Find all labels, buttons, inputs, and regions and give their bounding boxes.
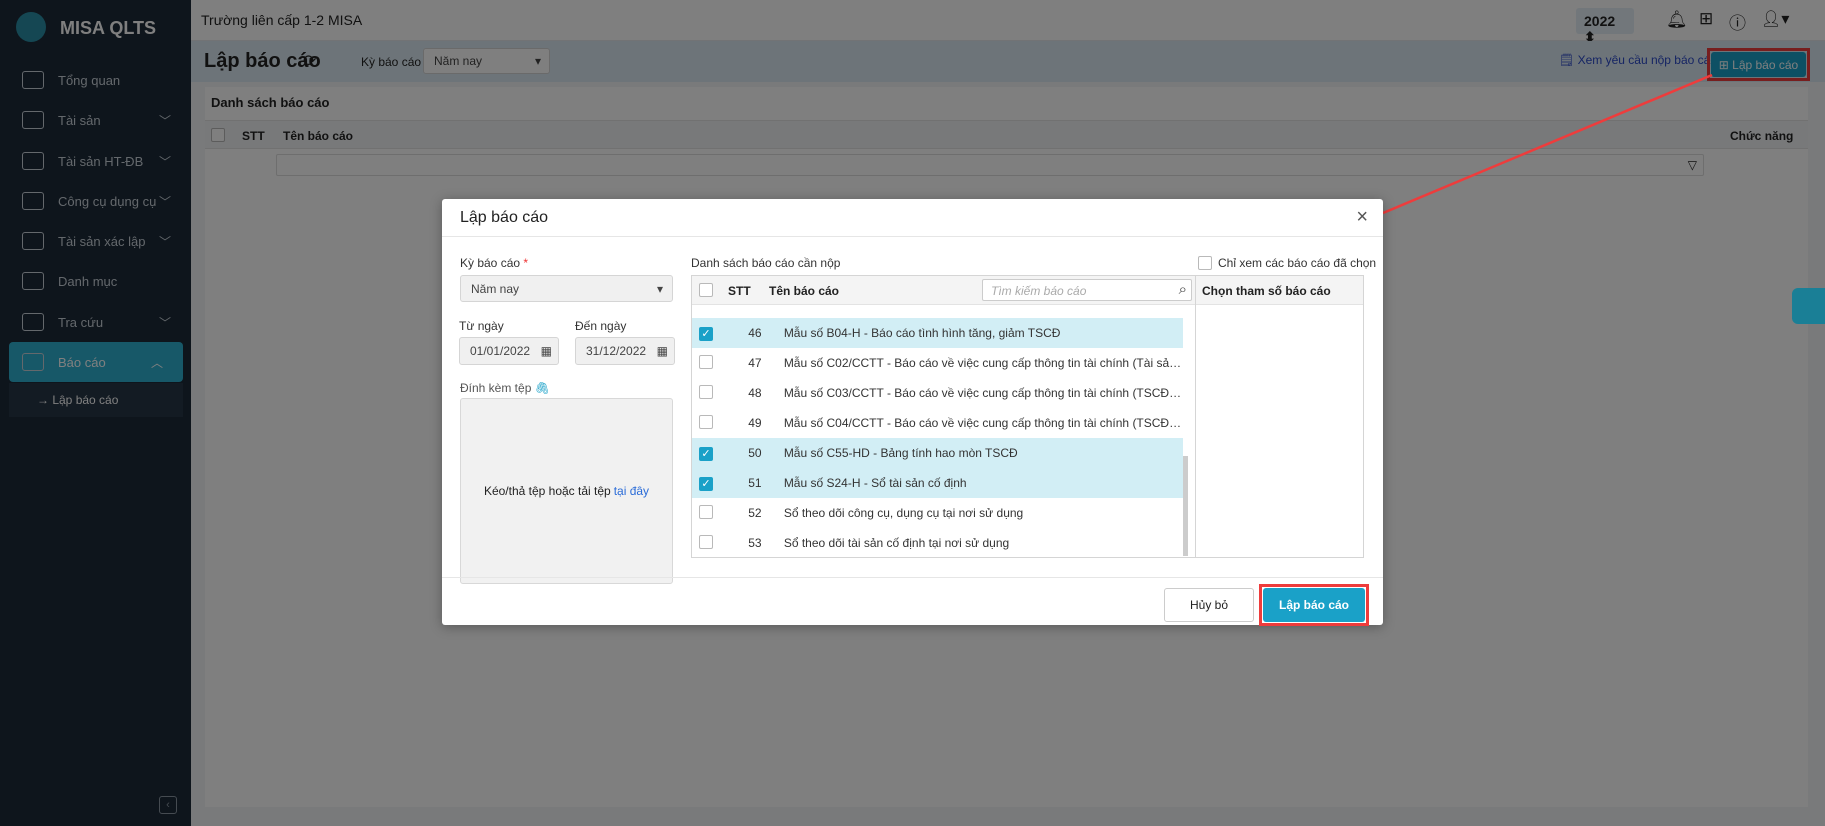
- close-icon[interactable]: ×: [1356, 206, 1368, 229]
- row-checkbox[interactable]: [699, 384, 713, 399]
- report-row[interactable]: 48 Mẫu số C03/CCTT - Báo cáo về việc cung…: [692, 378, 1183, 408]
- to-date-input[interactable]: 31/12/2022 ▦: [575, 337, 675, 365]
- report-row[interactable]: 52 Sổ theo dõi công cụ, dụng cụ tại nơi s…: [692, 498, 1183, 528]
- from-date-value: 01/01/2022: [470, 344, 531, 358]
- row-name: Mẫu số C55-HD - Bảng tính hao mòn TSCĐ: [783, 446, 1018, 460]
- report-rows: ✓ 46 Mẫu số B04-H - Báo cáo tình hình tăng…: [692, 305, 1195, 557]
- list-title: Danh sách báo cáo cần nộp: [691, 256, 841, 270]
- upload-link[interactable]: tại đây: [614, 484, 649, 498]
- report-list: STT Tên báo cáo Tìm kiếm báo cáo ⌕ ✓ 46 Mẫu…: [691, 275, 1364, 558]
- required-mark: *: [523, 256, 529, 270]
- row-stt: 53: [748, 536, 762, 550]
- param-header: Chọn tham số báo cáo: [1196, 276, 1363, 305]
- period-label: Kỳ báo cáo *: [460, 256, 528, 270]
- row-stt: 52: [748, 506, 762, 520]
- col-stt: STT: [728, 284, 751, 298]
- row-name: Mẫu số S24-H - Sổ tài sản cố định: [783, 476, 967, 490]
- to-date-label: Đến ngày: [575, 319, 627, 333]
- row-stt: 48: [748, 386, 762, 400]
- dialog-period-select[interactable]: Năm nay ▾: [460, 275, 673, 302]
- report-row[interactable]: ✓ 46 Mẫu số B04-H - Báo cáo tình hình tăng…: [692, 318, 1183, 348]
- to-date-value: 31/12/2022: [586, 344, 647, 358]
- from-date-label: Từ ngày: [459, 319, 504, 333]
- row-checkbox[interactable]: [699, 534, 713, 549]
- only-selected-checkbox[interactable]: [1198, 256, 1212, 270]
- row-checkbox[interactable]: ✓: [699, 476, 713, 491]
- search-placeholder: Tìm kiếm báo cáo: [991, 284, 1087, 298]
- row-checkbox[interactable]: ✓: [699, 446, 713, 461]
- dialog-period-value: Năm nay: [471, 281, 520, 296]
- submit-label: Lập báo cáo: [1278, 598, 1349, 612]
- file-dropzone[interactable]: Kéo/thả tệp hoặc tải tệp tại đây: [460, 398, 673, 584]
- drop-text: Kéo/thả tệp hoặc tải tệp: [483, 484, 611, 498]
- list-scrollbar[interactable]: [1183, 456, 1188, 556]
- calendar-icon[interactable]: ▦: [657, 344, 668, 358]
- attach-label: Đính kèm tệp: [460, 381, 532, 395]
- row-checkbox[interactable]: [699, 414, 713, 429]
- divider: [1195, 276, 1196, 557]
- row-name: Mẫu số C02/CCTT - Báo cáo về việc cung c…: [783, 356, 1183, 370]
- calendar-icon[interactable]: ▦: [541, 344, 552, 358]
- row-name: Sổ theo dõi công cụ, dụng cụ tại nơi sử …: [783, 506, 1024, 520]
- cancel-label: Hủy bỏ: [1189, 598, 1229, 612]
- select-all-checkbox[interactable]: [699, 283, 713, 297]
- row-name: Mẫu số B04-H - Báo cáo tình hình tăng, g…: [783, 326, 1061, 340]
- create-report-dialog: Lập báo cáo × Kỳ báo cáo * Năm nay ▾ Từ n…: [442, 199, 1383, 626]
- row-stt: 51: [748, 476, 762, 490]
- from-date-input[interactable]: 01/01/2022 ▦: [459, 337, 559, 365]
- only-selected-toggle[interactable]: Chỉ xem các báo cáo đã chọn: [1198, 256, 1376, 270]
- report-search-input[interactable]: Tìm kiếm báo cáo ⌕: [982, 279, 1192, 301]
- row-stt: 50: [748, 446, 762, 460]
- col-name: Tên báo cáo: [769, 284, 840, 298]
- row-checkbox[interactable]: ✓: [699, 326, 713, 341]
- submit-button[interactable]: Lập báo cáo: [1263, 588, 1365, 622]
- list-header: STT Tên báo cáo Tìm kiếm báo cáo ⌕: [692, 276, 1195, 305]
- divider: [442, 236, 1383, 237]
- row-checkbox[interactable]: [699, 504, 713, 519]
- search-icon[interactable]: ⌕: [1179, 281, 1187, 298]
- paperclip-icon: 🖇︎: [534, 381, 550, 395]
- report-row[interactable]: 47 Mẫu số C02/CCTT - Báo cáo về việc cung…: [692, 348, 1183, 378]
- divider: [442, 577, 1383, 578]
- report-row[interactable]: ✓ 50 Mẫu số C55-HD - Bảng tính hao mòn TSC…: [692, 438, 1183, 468]
- row-name: Mẫu số C04/CCTT - Báo cáo về việc cung c…: [783, 416, 1183, 430]
- row-name: Mẫu số C03/CCTT - Báo cáo về việc cung c…: [783, 386, 1183, 400]
- row-stt: 49: [748, 416, 762, 430]
- only-selected-label: Chỉ xem các báo cáo đã chọn: [1218, 256, 1377, 270]
- row-stt: 47: [748, 356, 762, 370]
- report-row[interactable]: ✓ 51 Mẫu số S24-H - Sổ tài sản cố định: [692, 468, 1183, 498]
- report-row[interactable]: 53 Sổ theo dõi tài sản cố định tại nơi sử…: [692, 528, 1183, 557]
- period-label-text: Kỳ báo cáo: [460, 256, 521, 270]
- row-name: Sổ theo dõi tài sản cố định tại nơi sử d…: [783, 536, 1010, 550]
- dialog-title: Lập báo cáo: [460, 209, 549, 226]
- row-checkbox[interactable]: [699, 354, 713, 369]
- caret-down-icon: ▾: [656, 281, 663, 296]
- cancel-button[interactable]: Hủy bỏ: [1164, 588, 1254, 622]
- report-row[interactable]: 49 Mẫu số C04/CCTT - Báo cáo về việc cung…: [692, 408, 1183, 438]
- row-stt: 46: [748, 326, 762, 340]
